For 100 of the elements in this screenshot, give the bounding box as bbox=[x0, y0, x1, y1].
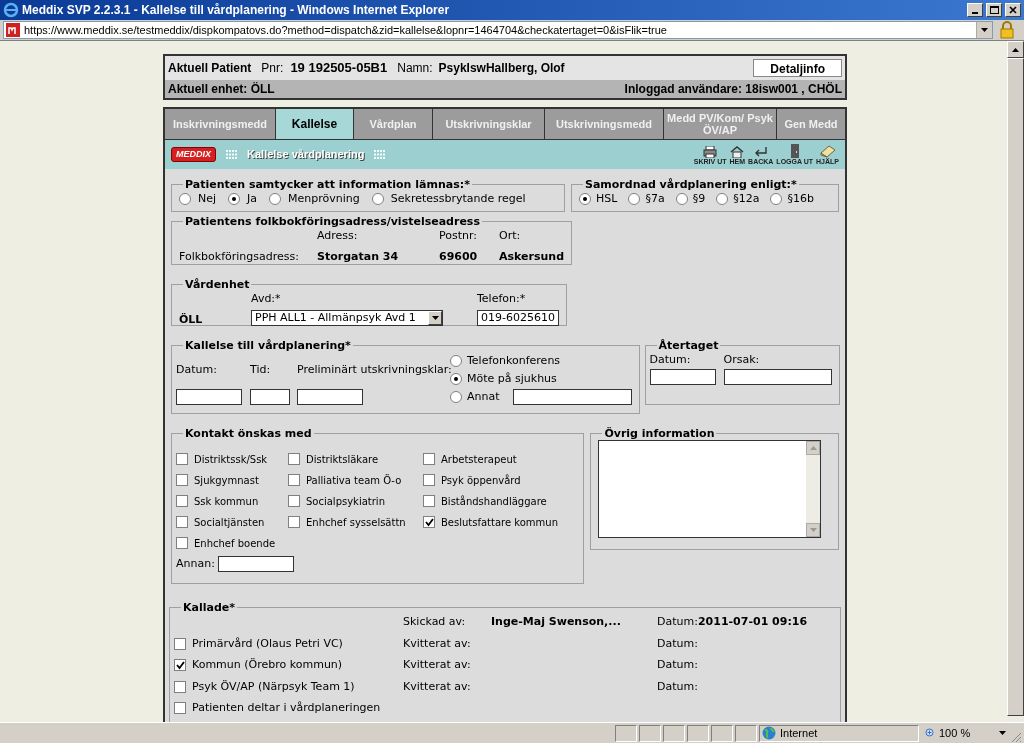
field-label: Preliminärt utskrivningsklar: bbox=[297, 362, 452, 379]
status-panel bbox=[711, 724, 733, 742]
radio-button[interactable] bbox=[675, 193, 688, 206]
status-panel bbox=[639, 724, 661, 742]
input-field[interactable] bbox=[297, 389, 363, 405]
input-field[interactable] bbox=[512, 389, 632, 405]
checkbox[interactable] bbox=[176, 495, 188, 507]
option-label: Nej bbox=[198, 191, 217, 207]
dropdown-button[interactable] bbox=[976, 22, 992, 38]
avd-select[interactable]: PPH ALL1 - Allmänpsyk Avd 1 bbox=[251, 310, 443, 326]
field-value: 69600 bbox=[439, 248, 479, 265]
field-label: Kvitterat av: bbox=[403, 635, 472, 652]
field-label: Namn: bbox=[397, 60, 433, 77]
checkbox[interactable] bbox=[174, 659, 186, 672]
radio-button[interactable] bbox=[228, 193, 241, 206]
option-label: Kommun (Örebro kommun) bbox=[192, 657, 343, 673]
caret-icon bbox=[431, 316, 439, 320]
site-icon bbox=[6, 23, 20, 37]
option-label: Telefonkonferens bbox=[467, 352, 561, 369]
input-field[interactable] bbox=[176, 389, 242, 405]
dots-icon bbox=[226, 150, 237, 159]
radio-button[interactable] bbox=[716, 193, 729, 206]
dots-icon bbox=[374, 150, 386, 159]
option-label: Ssk kommun bbox=[194, 494, 259, 509]
option-label: Biståndshandläggare bbox=[441, 494, 547, 509]
phone-field[interactable]: 019-6025610 bbox=[477, 310, 559, 326]
input-field[interactable] bbox=[250, 389, 290, 405]
section-heading: Övrig information bbox=[603, 427, 716, 440]
checkbox[interactable] bbox=[423, 516, 435, 528]
book-icon bbox=[819, 144, 836, 158]
input-field[interactable] bbox=[723, 368, 832, 385]
section-heading: Samordnad vårdplanering enligt:* bbox=[584, 178, 798, 191]
user-text: Inloggad användare: 18isw001 , CHÖL bbox=[624, 81, 842, 98]
checkbox[interactable] bbox=[174, 702, 186, 714]
radio-button[interactable] bbox=[450, 391, 462, 403]
minimize-button[interactable] bbox=[967, 3, 983, 17]
field-label: Orsak: bbox=[723, 352, 761, 368]
option-label: Ja bbox=[247, 191, 258, 207]
option-label: §9 bbox=[692, 191, 706, 207]
checkbox[interactable] bbox=[176, 516, 188, 528]
input-field[interactable] bbox=[649, 368, 716, 385]
checkbox[interactable] bbox=[288, 453, 300, 465]
option-label: Primärvård (Olaus Petri VC) bbox=[192, 635, 343, 652]
field-label: Avd:* bbox=[251, 291, 282, 307]
checkbox[interactable] bbox=[423, 495, 435, 507]
field-value: PsykIswHallberg, Olof bbox=[438, 60, 566, 77]
radio-button[interactable] bbox=[269, 193, 282, 206]
input-field[interactable] bbox=[217, 556, 294, 573]
tab[interactable]: Kallelse bbox=[276, 109, 353, 139]
option-label: Enhchef boende bbox=[194, 536, 276, 551]
zoom-button[interactable]: 100 % bbox=[921, 724, 989, 742]
scrollbar[interactable] bbox=[806, 441, 821, 537]
checkbox[interactable] bbox=[423, 474, 435, 486]
scrollbar[interactable] bbox=[1007, 41, 1024, 722]
status-panel bbox=[615, 724, 637, 742]
checkbox[interactable] bbox=[288, 495, 300, 507]
field-label: Datum: bbox=[657, 614, 698, 630]
field-value: Storgatan 34 bbox=[317, 248, 400, 265]
field-label: Datum: bbox=[657, 657, 699, 673]
close-button[interactable] bbox=[1005, 3, 1021, 17]
radio-button[interactable] bbox=[628, 193, 641, 206]
address-field[interactable]: https://www.meddix.se/testmeddix/dispkompatovs.do?method=dispatch&zid=kallelse&lopnr=1464704&checkatertaget=0&isFlik=true bbox=[3, 21, 993, 39]
radio-button[interactable] bbox=[371, 193, 384, 206]
field-label: Datum: bbox=[657, 678, 699, 695]
option-label: Distriktsläkare bbox=[306, 452, 379, 467]
option-label: Palliativa team Ö-o bbox=[306, 473, 402, 488]
detail-button[interactable]: Detaljinfo bbox=[753, 59, 842, 77]
radio-button[interactable] bbox=[579, 193, 591, 206]
checkbox[interactable] bbox=[176, 474, 188, 486]
window-title: Meddix SVP 2.2.3.1 - Kallelse till vårdplanering - Windows Internet Explorer bbox=[22, 2, 451, 19]
lock-icon bbox=[997, 21, 1017, 39]
radio-button[interactable] bbox=[450, 355, 462, 367]
field-value: 2011-07-01 09:16 bbox=[697, 614, 808, 630]
field-value: Inge-Maj Swenson,... bbox=[491, 614, 622, 630]
field-label: Datum: bbox=[649, 352, 692, 368]
field-label: Kvitterat av: bbox=[403, 657, 472, 673]
checkbox[interactable] bbox=[288, 516, 300, 528]
option-label: Möte på sjukhus bbox=[467, 370, 557, 387]
option-label: Arbetsterapeut bbox=[441, 452, 517, 467]
radio-button[interactable] bbox=[770, 193, 783, 206]
field-value: 19 192505-05B1 bbox=[290, 59, 388, 78]
checkbox[interactable] bbox=[423, 453, 435, 465]
checkbox[interactable] bbox=[174, 637, 186, 650]
resize-grip-icon bbox=[1010, 731, 1022, 743]
section-heading: Kallade* bbox=[182, 601, 236, 614]
caret-icon bbox=[981, 28, 988, 32]
checkbox[interactable] bbox=[174, 680, 186, 693]
checkbox[interactable] bbox=[176, 537, 188, 549]
text-area[interactable] bbox=[598, 440, 822, 538]
radio-button[interactable] bbox=[179, 193, 191, 206]
maximize-button[interactable] bbox=[986, 3, 1002, 17]
close-icon bbox=[1009, 6, 1017, 14]
checkbox[interactable] bbox=[176, 453, 188, 465]
option-label: Sjukgymnast bbox=[194, 473, 259, 488]
logo: MEDDIX bbox=[171, 146, 216, 163]
unit-text: Aktuell enhet: ÖLL bbox=[168, 81, 275, 98]
radio-button[interactable] bbox=[450, 373, 462, 385]
option-label: Annat bbox=[467, 388, 500, 405]
checkbox[interactable] bbox=[288, 474, 300, 486]
up-arrow-icon bbox=[809, 446, 817, 450]
